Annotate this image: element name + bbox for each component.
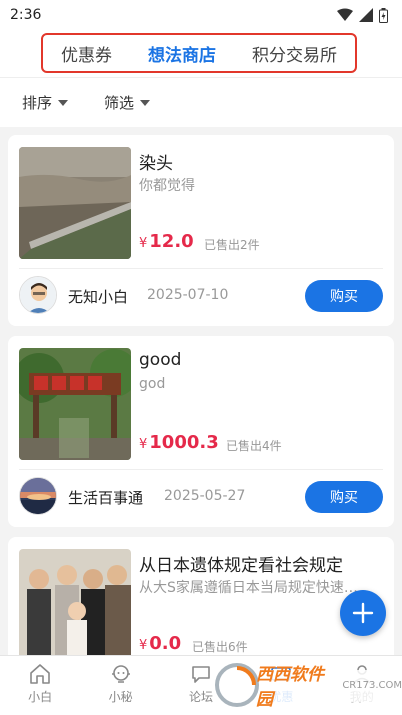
divider (19, 469, 383, 470)
system-icons (337, 7, 388, 23)
price-value: 1000.3 (149, 432, 219, 453)
watermark-domain: CR173.COM (342, 679, 402, 691)
signal-icon (359, 8, 373, 22)
post-date: 2025-05-27 (164, 488, 246, 504)
caret-down-icon (58, 99, 69, 106)
assistant-icon (111, 665, 130, 683)
buy-button[interactable]: 购买 (305, 280, 383, 312)
wifi-icon (337, 8, 353, 21)
nav-label: 论坛 (188, 690, 213, 704)
nav-label: 小白 (28, 690, 53, 704)
filter-bar: 排序 筛选 (0, 77, 402, 127)
buy-button[interactable]: 购买 (305, 481, 383, 513)
currency-symbol: ¥ (139, 437, 148, 452)
product-price: ¥0.0 (139, 633, 181, 654)
sold-count: 已售出6件 (192, 640, 248, 654)
nav-item-home[interactable]: 小白 (10, 662, 70, 705)
sold-count: 已售出2件 (204, 238, 260, 252)
product-desc: 从大S家属遵循日本当局规定快速火化 (139, 580, 371, 596)
filter-label: 筛选 (104, 94, 135, 112)
product-image (19, 549, 131, 661)
tab-idea-store[interactable]: 想法商店 (148, 41, 216, 66)
avatar[interactable] (19, 477, 57, 515)
product-desc: god (139, 376, 166, 392)
product-card[interactable]: 染头 你都觉得 ¥12.0 已售出2件 无知小白 2025-07-10 购买 (8, 135, 394, 326)
product-desc: 你都觉得 (139, 178, 195, 194)
plus-icon (352, 602, 374, 624)
battery-icon (379, 7, 388, 23)
seller-name: 无知小白 (68, 288, 129, 306)
product-title: 从日本遗体规定看社会规定 (139, 556, 343, 576)
product-title: good (139, 350, 182, 370)
sort-dropdown[interactable]: 排序 (22, 92, 69, 113)
status-time: 2:36 (10, 7, 42, 23)
product-image (19, 348, 131, 460)
forum-icon (192, 666, 210, 683)
product-price: ¥1000.3 (139, 432, 219, 453)
divider (19, 268, 383, 269)
product-price: ¥12.0 (139, 231, 194, 252)
tab-coupons[interactable]: 优惠券 (61, 41, 112, 66)
nav-item-assistant[interactable]: 小秘 (91, 662, 151, 705)
caret-down-icon (140, 99, 151, 106)
home-icon (30, 664, 50, 684)
add-button[interactable] (340, 590, 386, 636)
top-tabs: 优惠券 想法商店 积分交易所 (41, 33, 357, 73)
seller-name: 生活百事通 (68, 489, 144, 507)
product-card[interactable]: good god ¥1000.3 已售出4件 生活百事通 2025-05-27 … (8, 336, 394, 527)
watermark-text: 西西软件园 (256, 665, 324, 710)
currency-symbol: ¥ (139, 236, 148, 251)
avatar[interactable] (19, 276, 57, 314)
status-bar: 2:36 (0, 0, 402, 30)
currency-symbol: ¥ (139, 638, 148, 653)
sold-count: 已售出4件 (226, 439, 282, 453)
price-value: 12.0 (149, 231, 194, 252)
product-title: 染头 (139, 154, 173, 174)
tab-points-exchange[interactable]: 积分交易所 (252, 41, 337, 66)
watermark: 西西软件园 CR173.COM (212, 660, 402, 710)
product-image (19, 147, 131, 259)
top-bar: 优惠券 想法商店 积分交易所 (0, 30, 402, 77)
nav-label: 小秘 (108, 690, 133, 704)
sort-label: 排序 (22, 94, 53, 112)
price-value: 0.0 (149, 633, 182, 654)
filter-dropdown[interactable]: 筛选 (104, 92, 151, 113)
post-date: 2025-07-10 (147, 287, 229, 303)
